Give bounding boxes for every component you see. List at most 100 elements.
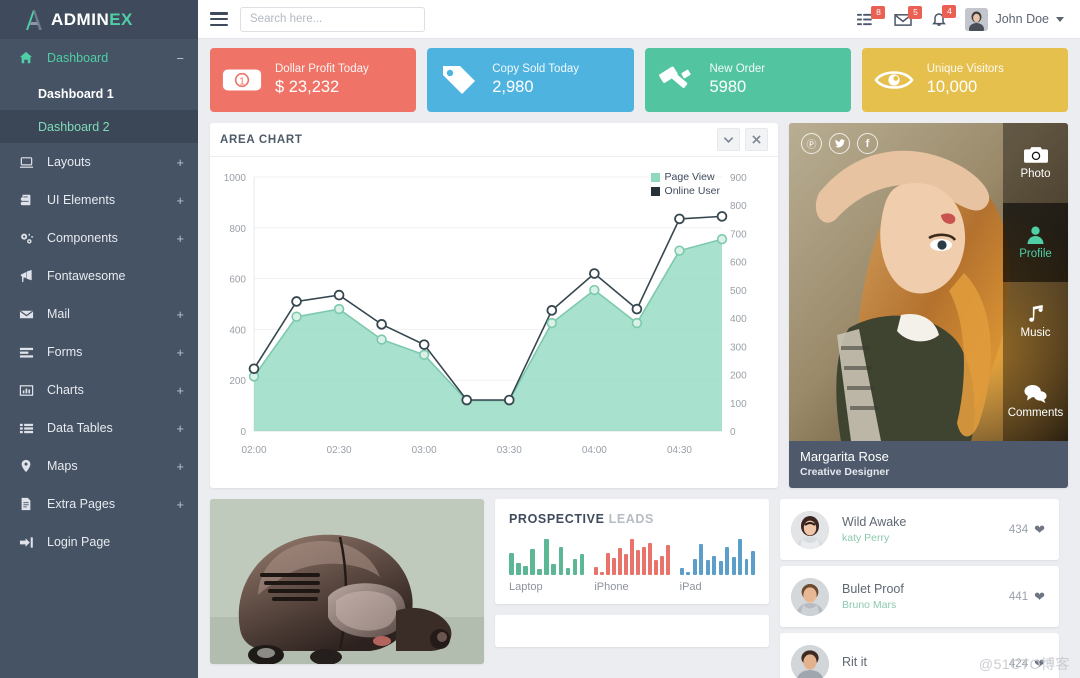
spark-bar <box>660 556 664 575</box>
file-icon <box>18 497 34 511</box>
area-chart-panel: AREA CHART Page View Online User 0 200 4… <box>210 123 778 488</box>
sidebar-subitem-dashboard-1[interactable]: Dashboard 1 <box>0 77 198 110</box>
content: 1 Dollar Profit Today $ 23,232 Copy Sold… <box>198 39 1080 678</box>
expand-indicator[interactable]: + <box>176 155 184 170</box>
bell-icon[interactable]: 4 <box>931 5 957 27</box>
like-count[interactable]: 434 ❤ <box>1009 522 1045 538</box>
sidebar-item-dashboard[interactable]: Dashboard − <box>0 39 198 77</box>
svg-text:900: 900 <box>730 173 747 184</box>
spark-bar <box>718 560 723 575</box>
sidebar-item-layouts[interactable]: Layouts + <box>0 143 198 181</box>
twitter-icon[interactable] <box>829 133 850 154</box>
stat-value: 5980 <box>709 78 747 96</box>
stat-card-dollar-profit[interactable]: 1 Dollar Profit Today $ 23,232 <box>210 48 417 112</box>
stat-card-new-order[interactable]: New Order 5980 <box>644 48 851 112</box>
photo-menu-item-music[interactable]: Music <box>1003 282 1068 362</box>
hamburger-icon[interactable] <box>210 12 228 26</box>
expand-indicator[interactable]: + <box>176 497 184 512</box>
avatar <box>791 577 829 616</box>
sidebar-item-ui-elements[interactable]: UI Elements + <box>0 181 198 219</box>
expand-indicator[interactable]: + <box>176 307 184 322</box>
spark-bar <box>699 543 704 575</box>
spark-bar <box>725 547 730 575</box>
pinterest-icon[interactable]: Ⓟ <box>801 133 822 154</box>
envelope-icon[interactable]: 5 <box>894 5 923 27</box>
robot-helmet-panel[interactable] <box>210 499 484 664</box>
sidebar-item-label: Components <box>47 231 118 245</box>
chevron-down-icon[interactable] <box>717 128 740 151</box>
svg-text:700: 700 <box>730 229 747 240</box>
track-artist: Bruno Mars <box>842 599 897 611</box>
svg-text:04:30: 04:30 <box>667 445 692 456</box>
spark-bar <box>731 557 736 575</box>
expand-indicator[interactable]: + <box>176 193 184 208</box>
like-count[interactable]: 424 ❤ <box>1009 656 1045 672</box>
leads-sparklines: Laptop iPhone iPad <box>509 539 755 593</box>
collapse-indicator[interactable]: − <box>176 51 184 66</box>
expand-indicator[interactable]: + <box>176 421 184 436</box>
spark-bar <box>679 567 684 575</box>
profile-role: Creative Designer <box>800 466 890 478</box>
expand-indicator[interactable]: + <box>176 345 184 360</box>
stat-title: Copy Sold Today <box>492 63 579 75</box>
photo-menu-item-comments[interactable]: Comments <box>1003 362 1068 442</box>
svg-text:0: 0 <box>730 427 736 438</box>
spark-iphone[interactable]: iPhone <box>594 539 670 593</box>
heart-icon[interactable]: ❤ <box>1034 656 1045 672</box>
expand-indicator[interactable]: + <box>176 383 184 398</box>
heart-icon[interactable]: ❤ <box>1034 522 1045 538</box>
expand-indicator[interactable]: + <box>176 459 184 474</box>
spark-bar <box>686 572 691 575</box>
caret-down-icon[interactable] <box>1056 16 1064 22</box>
sidebar-item-components[interactable]: Components + <box>0 219 198 257</box>
sidebar-item-fontawesome[interactable]: Fontawesome <box>0 257 198 295</box>
chart-canvas: 0 200 400 600 800 1000 0 100 200 300 400 500 600 700 8… <box>224 173 747 456</box>
avatar <box>791 644 829 678</box>
svg-text:04:00: 04:00 <box>582 445 607 456</box>
spark-bar <box>551 564 557 575</box>
user-menu[interactable]: John Doe <box>965 7 1064 31</box>
close-icon[interactable] <box>745 128 768 151</box>
heart-icon[interactable]: ❤ <box>1034 589 1045 605</box>
expand-indicator[interactable]: + <box>176 231 184 246</box>
sidebar-item-login-page[interactable]: Login Page <box>0 523 198 561</box>
search-input[interactable] <box>240 6 425 32</box>
leads-title: PROSPECTIVE LEADS <box>509 512 654 526</box>
area-chart[interactable]: Page View Online User 0 200 400 600 800 1000 0… <box>210 157 778 475</box>
svg-text:200: 200 <box>730 371 747 382</box>
sidebar-item-charts[interactable]: Charts + <box>0 371 198 409</box>
photo-menu-item-photo[interactable]: Photo <box>1003 123 1068 203</box>
facebook-icon[interactable]: f <box>857 133 878 154</box>
spark-laptop[interactable]: Laptop <box>509 539 585 593</box>
sidebar-item-label: Forms <box>47 345 83 359</box>
spark-bar <box>666 545 670 575</box>
list-item[interactable]: Rit it 424 ❤ <box>780 633 1059 678</box>
brand[interactable]: ADMINEX <box>0 0 198 39</box>
stat-card-unique-visitors[interactable]: Unique Visitors 10,000 <box>861 48 1068 112</box>
sidebar-item-label: Maps <box>47 459 78 473</box>
chart-legend: Page View Online User <box>650 171 720 197</box>
tasks-icon[interactable]: 8 <box>857 5 886 27</box>
cogs-icon <box>18 231 34 246</box>
stat-value: $ 23,232 <box>275 78 340 96</box>
stat-card-copy-sold[interactable]: Copy Sold Today 2,980 <box>427 48 634 112</box>
sidebar: ADMINEX Dashboard − Dashboard 1 Dashboar… <box>0 0 198 678</box>
like-count[interactable]: 441 ❤ <box>1009 589 1045 605</box>
spark-label: Laptop <box>509 581 543 593</box>
sidebar-item-data-tables[interactable]: Data Tables + <box>0 409 198 447</box>
sidebar-item-extra-pages[interactable]: Extra Pages + <box>0 485 198 523</box>
svg-text:200: 200 <box>229 376 246 387</box>
profile-name: Margarita Rose <box>800 449 889 464</box>
photo-menu-item-profile[interactable]: Profile <box>1003 202 1068 282</box>
sidebar-item-mail[interactable]: Mail + <box>0 295 198 333</box>
list-item[interactable]: Bulet Proof Bruno Mars 441 ❤ <box>780 566 1059 627</box>
spark-bar <box>530 549 535 575</box>
list-item[interactable]: Wild Awake katy Perry 434 ❤ <box>780 499 1059 560</box>
spark-ipad[interactable]: iPad <box>679 539 755 593</box>
sidebar-item-forms[interactable]: Forms + <box>0 333 198 371</box>
spark-bar <box>648 543 652 575</box>
legend-swatch <box>650 186 660 196</box>
laptop-icon <box>18 155 34 170</box>
sidebar-item-maps[interactable]: Maps + <box>0 447 198 485</box>
sidebar-subitem-dashboard-2[interactable]: Dashboard 2 <box>0 110 198 143</box>
